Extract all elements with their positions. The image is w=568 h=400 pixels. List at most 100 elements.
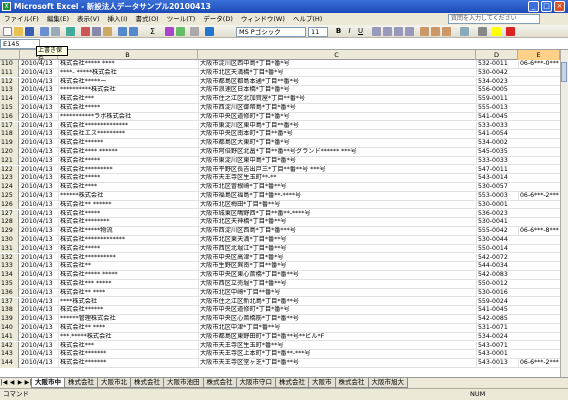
cell-postal[interactable]: 533-0033 — [476, 121, 518, 130]
cell-date[interactable]: 2010/4/13 — [20, 122, 58, 130]
cell-postal[interactable]: 531-0071 — [476, 324, 518, 332]
cell-phone[interactable]: 06-6***-2*** — [518, 359, 560, 368]
row-header[interactable]: 137 — [0, 297, 19, 307]
copy-icon[interactable] — [92, 27, 101, 36]
cell-address[interactable]: 大阪市浪速区日本橋*丁目*番*号 — [198, 86, 476, 95]
cell-postal[interactable]: 534-0002 — [476, 139, 518, 148]
cell-address[interactable]: 大阪市西淀川区御幣島*丁目*番*号 — [198, 104, 476, 112]
indent-icon[interactable] — [460, 27, 469, 36]
help-search-input[interactable]: 質問を入力してください — [448, 14, 540, 24]
cut-icon[interactable] — [81, 27, 90, 36]
cell-postal[interactable]: 544-0034 — [476, 262, 518, 271]
row-header[interactable]: 122 — [0, 165, 19, 175]
row-header[interactable]: 132 — [0, 253, 19, 263]
cell-address[interactable]: 大阪市都島区東野田町*丁目*番**号**ビル*F — [198, 332, 476, 341]
borders-icon[interactable] — [478, 27, 487, 36]
row-header[interactable]: 116 — [0, 112, 19, 122]
align-center-icon[interactable] — [383, 27, 392, 36]
chart-icon[interactable] — [176, 27, 185, 36]
row-header[interactable]: 130 — [0, 236, 19, 245]
row-header[interactable]: 114 — [0, 95, 19, 104]
cell-address[interactable]: 大阪市中央区東心斎橋*丁目*番**号 — [198, 271, 476, 280]
row-header[interactable]: 134 — [0, 271, 19, 280]
row-header[interactable]: 125 — [0, 192, 19, 201]
cell-address[interactable]: 大阪市天王寺区生玉町**-** — [198, 174, 476, 183]
cell-company[interactable]: 株式会社***** — [58, 104, 198, 112]
align-right-icon[interactable] — [394, 27, 403, 36]
cell-postal[interactable]: 543-0013 — [476, 359, 518, 368]
cell-company[interactable]: 株式会社******* — [58, 359, 198, 368]
cell-address[interactable]: 大阪市中央区高津*丁目*番*号 — [198, 253, 476, 262]
row-header[interactable]: 135 — [0, 280, 19, 289]
row-header[interactable]: 142 — [0, 341, 19, 351]
cell-address[interactable]: 大阪市平野区長吉出戸三*丁目**番**号 ***号 — [198, 165, 476, 174]
redo-icon[interactable] — [129, 27, 138, 36]
sheet-tab[interactable]: 株式会社 — [64, 378, 98, 388]
cell-company[interactable]: 株式会社*** — [58, 95, 198, 104]
cell-company[interactable]: 株式会社**** — [58, 183, 198, 192]
cell-date[interactable]: 2010/4/13 — [20, 148, 58, 156]
cell-address[interactable]: 大阪市都島区大東町*丁目*番*号 — [198, 139, 476, 148]
next-sheet-icon[interactable]: ▶ — [16, 378, 24, 388]
cell-date[interactable]: 2010/4/13 — [20, 359, 58, 367]
spellcheck-icon[interactable] — [66, 27, 75, 36]
cell-address[interactable]: 大阪市北区梅田*丁目*番**号 — [198, 200, 476, 209]
cell-company[interactable]: 株式会社****** — [58, 306, 198, 315]
menu-help[interactable]: ヘルプ(H) — [289, 13, 326, 25]
cell-phone[interactable]: 06-6***-0*** — [518, 60, 560, 68]
menu-edit[interactable]: 編集(E) — [43, 13, 73, 25]
cell-address[interactable]: 大阪市阿倍野区北畠*丁目**番**号グランド****** ***号 — [198, 148, 476, 156]
row-header[interactable]: 110 — [0, 60, 19, 69]
cell-date[interactable]: 2010/4/13 — [20, 218, 58, 226]
cell-postal[interactable]: 543-0071 — [476, 341, 518, 350]
fill-color-icon[interactable] — [492, 27, 501, 36]
cell-company[interactable]: ****- *****株式会社 — [58, 68, 198, 77]
cell-date[interactable]: 2010/4/13 — [20, 139, 58, 147]
cell-date[interactable]: 2010/4/13 — [20, 315, 58, 323]
row-header[interactable]: 113 — [0, 86, 19, 95]
sheet-tab[interactable]: 大阪市旭大 — [367, 378, 408, 388]
cell-company[interactable]: 株式会社*** — [58, 341, 198, 350]
cell-company[interactable]: 株式会社******* — [58, 350, 198, 359]
cell-postal[interactable]: 542-0085 — [476, 315, 518, 324]
underline-icon[interactable]: U — [356, 27, 365, 36]
new-icon[interactable] — [3, 27, 12, 36]
row-header[interactable]: 144 — [0, 359, 19, 368]
cell-date[interactable]: 2010/4/13 — [20, 254, 58, 262]
minimize-button[interactable]: _ — [528, 1, 539, 12]
sheet-tab[interactable]: 株式会社 — [275, 378, 309, 388]
cell-address[interactable]: 大阪市都島区都島本通*丁目**番*号 — [198, 77, 476, 86]
zoom-icon[interactable] — [190, 27, 199, 36]
cell-postal[interactable]: 550-0014 — [476, 244, 518, 253]
column-header-b[interactable]: B — [58, 50, 198, 60]
cell-address[interactable]: 大阪市城東区鴫野西*丁目**番**-****号 — [198, 209, 476, 218]
sheet-tab[interactable]: 大阪市池田 — [163, 378, 204, 388]
cell-postal[interactable]: 534-0024 — [476, 332, 518, 341]
cell-postal[interactable]: 555-0013 — [476, 104, 518, 112]
cell-date[interactable]: 2010/4/13 — [20, 104, 58, 112]
cell-address[interactable]: 大阪市淀川区西中島*丁目*番*号 — [198, 60, 476, 68]
cell-company[interactable]: 株式会社エス********* — [58, 130, 198, 139]
cell-date[interactable]: 2010/4/13 — [20, 227, 58, 235]
cell-phone[interactable]: 06-6***-2*** — [518, 192, 560, 200]
cell-address[interactable]: 大阪市西区立売堀*丁目*番**号 — [198, 280, 476, 288]
cell-company[interactable]: 株式会社** **** — [58, 324, 198, 332]
cell-company[interactable]: 株式会社***** ***** — [58, 271, 198, 280]
column-header-c[interactable]: C — [198, 50, 476, 60]
cell-postal[interactable]: 530-0044 — [476, 236, 518, 244]
cell-address[interactable]: 大阪市北区中崎*丁目**番*号 — [198, 288, 476, 297]
cell-postal[interactable]: 536-0023 — [476, 209, 518, 218]
cell-company[interactable]: 株式会社***** **** — [58, 60, 198, 68]
cell-company[interactable]: 株式会社*** ***** — [58, 280, 198, 288]
sheet-tab[interactable]: 株式会社 — [130, 378, 164, 388]
cell-company[interactable]: ******株式会社 — [58, 192, 198, 200]
cell-date[interactable]: 2010/4/13 — [20, 342, 58, 350]
cell-address[interactable]: 大阪市福島区福島*丁目*番**-****号 — [198, 192, 476, 200]
sheet-tab[interactable]: 株式会社 — [202, 378, 237, 388]
row-header[interactable]: 129 — [0, 227, 19, 236]
column-header-e[interactable]: E — [518, 50, 560, 60]
cell-postal[interactable]: 553-0003 — [476, 192, 518, 200]
cell-company[interactable]: 株式会社***** — [58, 209, 198, 218]
font-size-select[interactable]: 11 — [308, 27, 328, 37]
row-header[interactable]: 138 — [0, 306, 19, 315]
